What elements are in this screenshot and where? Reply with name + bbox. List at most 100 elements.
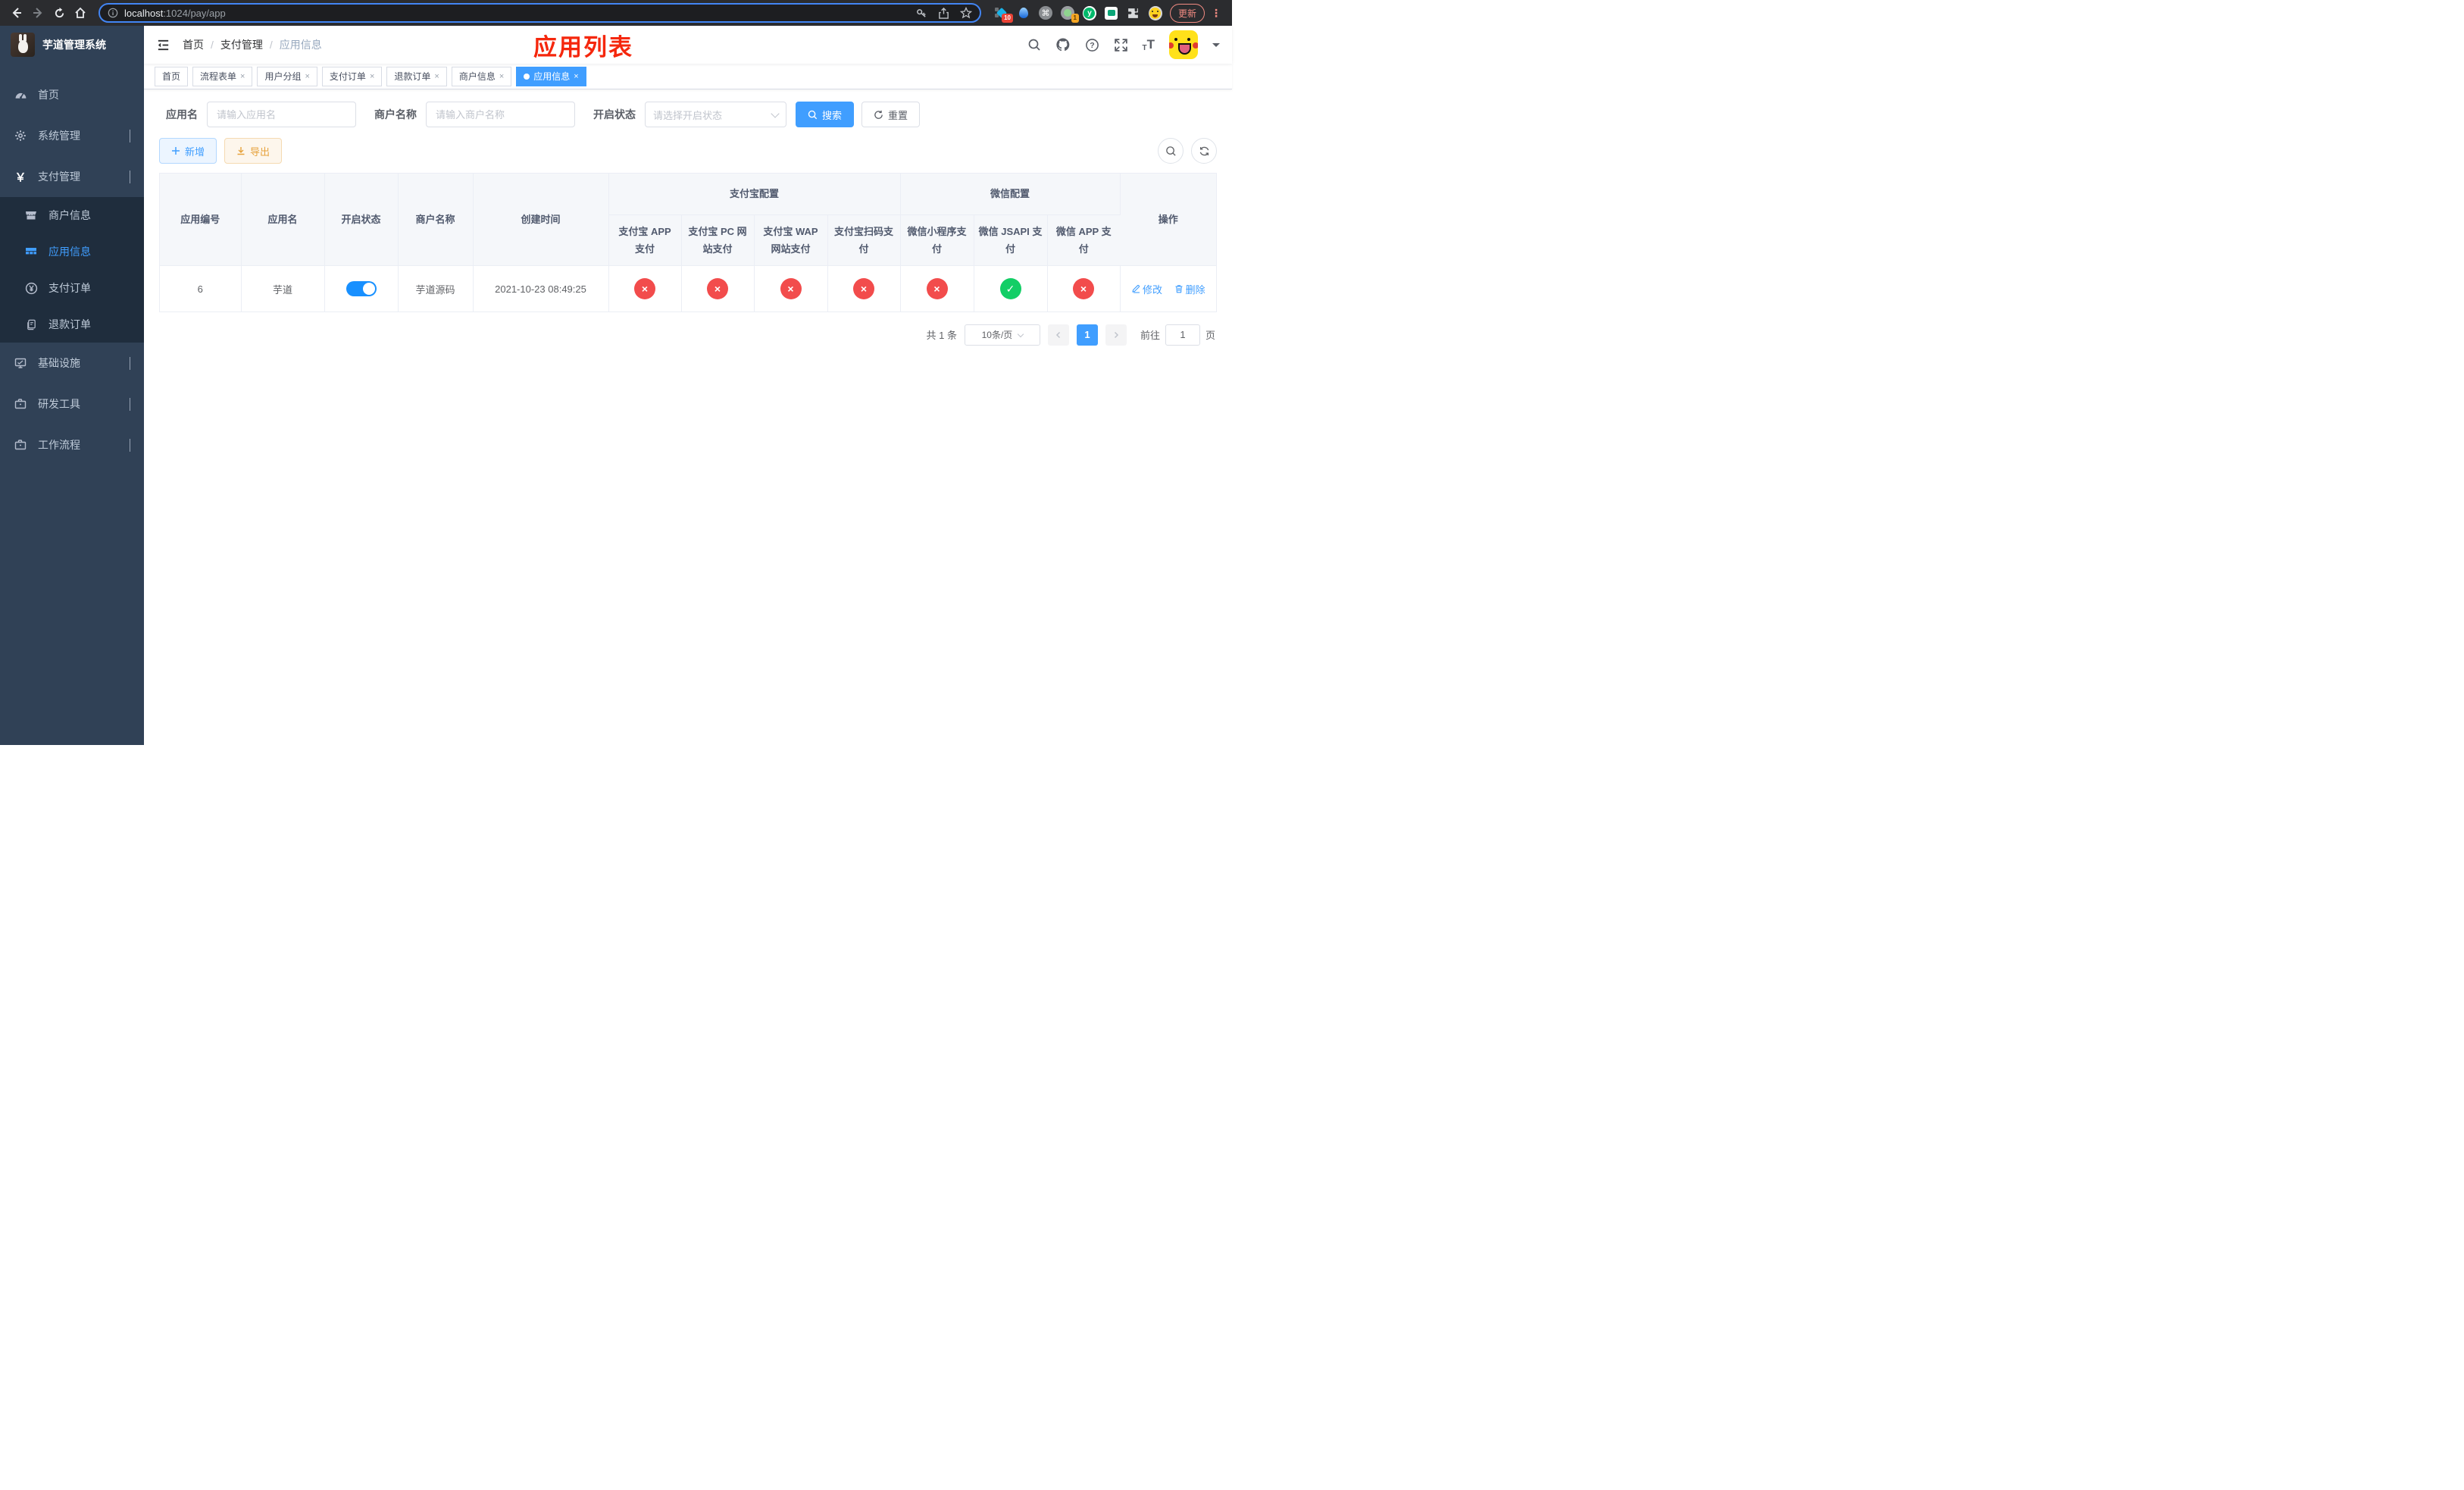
close-icon[interactable]: × xyxy=(499,72,504,81)
chevron-left-icon xyxy=(1055,331,1060,338)
cell-created: 2021-10-23 08:49:25 xyxy=(473,265,609,311)
search-icon[interactable] xyxy=(1027,38,1041,52)
close-icon[interactable]: × xyxy=(434,72,439,81)
sidebar-fold-icon[interactable] xyxy=(156,38,170,52)
cell-alipay-wap: × xyxy=(754,265,828,311)
breadcrumb-current: 应用信息 xyxy=(279,39,322,51)
reload-icon[interactable] xyxy=(50,4,68,22)
share-icon[interactable] xyxy=(938,7,949,19)
sidebar-item-refund-order[interactable]: 退款订单 xyxy=(0,306,144,343)
sidebar-item-payment[interactable]: ￥ 支付管理 xyxy=(0,156,144,197)
user-avatar[interactable] xyxy=(1169,30,1198,59)
briefcase-icon xyxy=(14,398,27,410)
close-icon[interactable]: × xyxy=(305,72,309,81)
col-created: 创建时间 xyxy=(473,174,609,267)
add-button[interactable]: 新增 xyxy=(159,138,217,164)
close-icon[interactable]: × xyxy=(574,72,578,81)
edit-button[interactable]: 修改 xyxy=(1131,282,1162,296)
github-icon[interactable] xyxy=(1055,37,1071,52)
command-extension-icon[interactable]: ⌘ xyxy=(1038,6,1052,20)
close-icon[interactable]: × xyxy=(370,72,374,81)
pinned-extension-icon[interactable]: 10 xyxy=(994,6,1013,23)
status-badge: × xyxy=(780,278,802,300)
sidebar-item-label: 首页 xyxy=(38,89,59,101)
user-menu-caret-icon[interactable] xyxy=(1212,42,1220,51)
extension-badge: 1 xyxy=(1071,14,1079,23)
page-number-button[interactable]: 1 xyxy=(1076,324,1098,346)
delete-button[interactable]: 删除 xyxy=(1174,282,1205,296)
app-logo[interactable]: 芋道管理系统 xyxy=(0,26,144,64)
export-button[interactable]: 导出 xyxy=(224,138,283,164)
status-badge: × xyxy=(1073,278,1095,300)
chat-extension-icon[interactable] xyxy=(1105,6,1118,20)
recorder-extension-icon[interactable]: 1 xyxy=(1060,6,1079,23)
next-page-button[interactable] xyxy=(1105,324,1127,346)
goto-page-input[interactable] xyxy=(1165,324,1200,346)
status-badge: ✓ xyxy=(999,278,1021,300)
enable-switch[interactable] xyxy=(346,281,377,297)
tab-app-info[interactable]: 应用信息 × xyxy=(516,66,586,86)
breadcrumb-home[interactable]: 首页 xyxy=(183,37,204,52)
sidebar-item-label: 支付订单 xyxy=(48,282,91,294)
prev-page-button[interactable] xyxy=(1047,324,1069,346)
sidebar-item-system[interactable]: 系统管理 xyxy=(0,115,144,156)
forward-icon[interactable] xyxy=(29,4,47,22)
shop-icon xyxy=(24,209,38,221)
close-icon[interactable]: × xyxy=(240,72,245,81)
bookmark-star-icon[interactable] xyxy=(959,7,972,19)
tab-merchant-info[interactable]: 商户信息 × xyxy=(451,66,512,86)
url-text: localhost:1024/pay/app xyxy=(124,7,226,19)
breadcrumb-payment[interactable]: 支付管理 xyxy=(220,37,263,52)
tab-user-group[interactable]: 用户分组 × xyxy=(257,66,317,86)
sidebar-item-home[interactable]: 首页 xyxy=(0,74,144,115)
sidebar-item-label: 工作流程 xyxy=(38,439,80,451)
trash-icon xyxy=(1175,285,1183,293)
show-search-button[interactable] xyxy=(1158,138,1184,164)
sidebar-item-workflow[interactable]: 工作流程 xyxy=(0,424,144,465)
top-navbar: 首页 / 支付管理 / 应用信息 应用列表 ? T T xyxy=(144,26,1232,64)
search-button[interactable]: 搜索 xyxy=(796,102,855,127)
refresh-table-button[interactable] xyxy=(1191,138,1217,164)
yen-icon: ￥ xyxy=(14,171,27,184)
tab-process-form[interactable]: 流程表单 × xyxy=(192,66,253,86)
font-size-icon[interactable]: TT xyxy=(1143,37,1155,52)
sidebar-item-app-info[interactable]: 应用信息 xyxy=(0,233,144,270)
y-extension-icon[interactable]: y xyxy=(1082,5,1096,20)
profile-avatar-icon[interactable] xyxy=(1148,5,1162,20)
yen-circle-icon xyxy=(24,282,38,295)
merchant-name-input[interactable] xyxy=(426,102,575,127)
back-icon[interactable] xyxy=(8,4,26,22)
breadcrumb: 首页 / 支付管理 / 应用信息 xyxy=(183,37,322,52)
tab-pay-order[interactable]: 支付订单 × xyxy=(321,66,383,86)
status-badge: × xyxy=(707,278,728,300)
home-icon[interactable] xyxy=(71,4,89,22)
help-icon[interactable]: ? xyxy=(1085,38,1099,52)
reset-button[interactable]: 重置 xyxy=(861,102,921,127)
table-row: 6 芋道 芋道源码 2021-10-23 08:49:25 × × × × × xyxy=(160,265,1217,311)
refresh-icon xyxy=(1199,146,1209,155)
cell-app-id: 6 xyxy=(160,265,242,311)
password-key-icon[interactable] xyxy=(916,8,927,19)
balloon-extension-icon[interactable] xyxy=(1017,6,1030,20)
sidebar-item-pay-order[interactable]: 支付订单 xyxy=(0,270,144,306)
plus-icon xyxy=(172,147,180,155)
table-toolbar: 新增 导出 xyxy=(159,138,1217,164)
address-bar[interactable]: localhost:1024/pay/app xyxy=(98,3,981,23)
sidebar-item-label: 退款订单 xyxy=(48,318,91,330)
search-form: 应用名 商户名称 开启状态 请选择开启状态 搜索 重置 xyxy=(159,102,1217,127)
tab-refund-order[interactable]: 退款订单 × xyxy=(386,66,447,86)
fullscreen-icon[interactable] xyxy=(1114,38,1128,52)
page-size-select[interactable]: 10条/页 xyxy=(964,324,1040,346)
site-info-icon[interactable] xyxy=(108,8,118,18)
cell-alipay-pc: × xyxy=(681,265,755,311)
chrome-update-button[interactable]: 更新 xyxy=(1169,3,1205,23)
sidebar-item-merchant-info[interactable]: 商户信息 xyxy=(0,197,144,233)
app-name-input[interactable] xyxy=(207,102,356,127)
browser-menu-icon[interactable]: ⋮ xyxy=(1208,7,1224,20)
refresh-icon xyxy=(874,110,883,119)
sidebar-item-infra[interactable]: 基础设施 xyxy=(0,343,144,383)
tab-home[interactable]: 首页 xyxy=(155,66,189,86)
sidebar-item-devtools[interactable]: 研发工具 xyxy=(0,383,144,424)
status-select[interactable]: 请选择开启状态 xyxy=(645,102,786,127)
extensions-puzzle-icon[interactable] xyxy=(1127,6,1140,20)
